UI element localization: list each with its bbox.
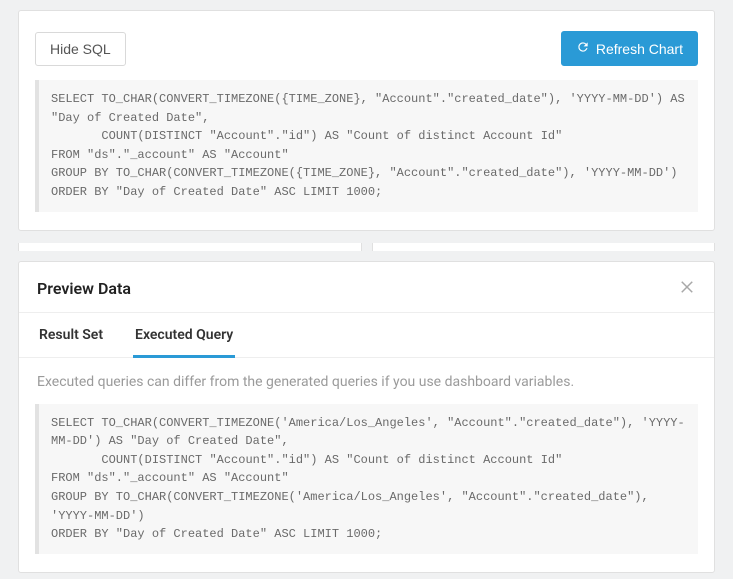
- generated-sql-code: SELECT TO_CHAR(CONVERT_TIMEZONE({TIME_ZO…: [35, 80, 698, 212]
- preview-title: Preview Data: [37, 279, 131, 298]
- tab-result-set[interactable]: Result Set: [37, 313, 105, 358]
- preview-header: Preview Data: [19, 262, 714, 313]
- tab-executed-query[interactable]: Executed Query: [133, 313, 235, 358]
- preview-tabs: Result Set Executed Query: [19, 313, 714, 358]
- refresh-chart-button[interactable]: Refresh Chart: [561, 31, 698, 66]
- sql-panel: Hide SQL Refresh Chart SELECT TO_CHAR(CO…: [18, 10, 715, 231]
- close-icon: [678, 278, 696, 300]
- executed-query-hint: Executed queries can differ from the gen…: [19, 358, 714, 404]
- refresh-chart-label: Refresh Chart: [596, 41, 683, 57]
- sql-toolbar: Hide SQL Refresh Chart: [19, 11, 714, 80]
- refresh-icon: [576, 40, 590, 57]
- panel-gap: [18, 243, 715, 251]
- close-button[interactable]: [678, 278, 696, 300]
- preview-data-panel: Preview Data Result Set Executed Query E…: [18, 261, 715, 573]
- executed-sql-code: SELECT TO_CHAR(CONVERT_TIMEZONE('America…: [35, 404, 698, 554]
- hide-sql-button[interactable]: Hide SQL: [35, 32, 126, 66]
